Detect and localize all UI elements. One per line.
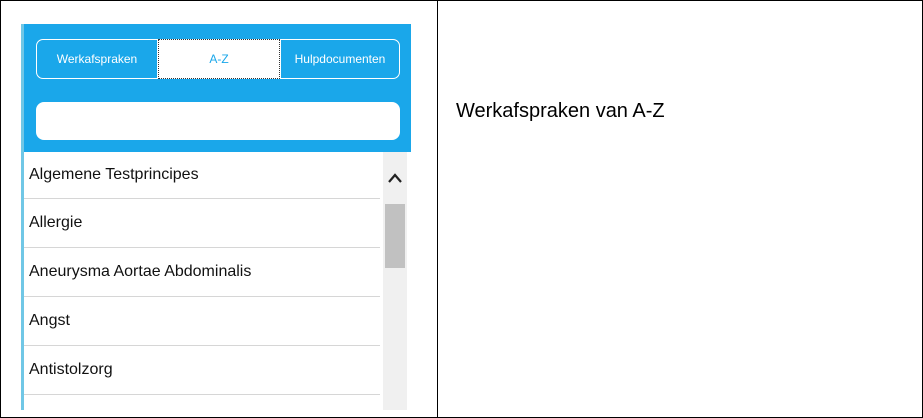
- table-divider: [437, 0, 438, 418]
- scrollbar[interactable]: [383, 152, 407, 410]
- list-item[interactable]: Angst: [24, 297, 380, 346]
- chevron-up-icon: [388, 173, 402, 183]
- list-item[interactable]: Algemene Testprincipes: [24, 152, 380, 199]
- list-item[interactable]: Antistolzorg: [24, 346, 380, 395]
- app-screenshot: Werkafspraken A-Z Hulpdocumenten Algemen…: [21, 24, 411, 410]
- list-item[interactable]: Aneurysma Aortae Abdominalis: [24, 248, 380, 297]
- topic-list: Algemene Testprincipes Allergie Aneurysm…: [24, 152, 380, 395]
- segmented-control: Werkafspraken A-Z Hulpdocumenten: [36, 39, 400, 79]
- caption-text: Werkafspraken van A-Z: [456, 100, 665, 122]
- tab-werkafspraken[interactable]: Werkafspraken: [36, 39, 158, 79]
- scroll-thumb[interactable]: [385, 204, 405, 268]
- scroll-up-button[interactable]: [383, 166, 407, 190]
- tab-hulpdocumenten[interactable]: Hulpdocumenten: [280, 39, 400, 79]
- list-item[interactable]: Allergie: [24, 199, 380, 248]
- tab-a-z[interactable]: A-Z: [158, 39, 280, 79]
- search-input[interactable]: [36, 102, 400, 140]
- app-header: Werkafspraken A-Z Hulpdocumenten: [24, 24, 411, 152]
